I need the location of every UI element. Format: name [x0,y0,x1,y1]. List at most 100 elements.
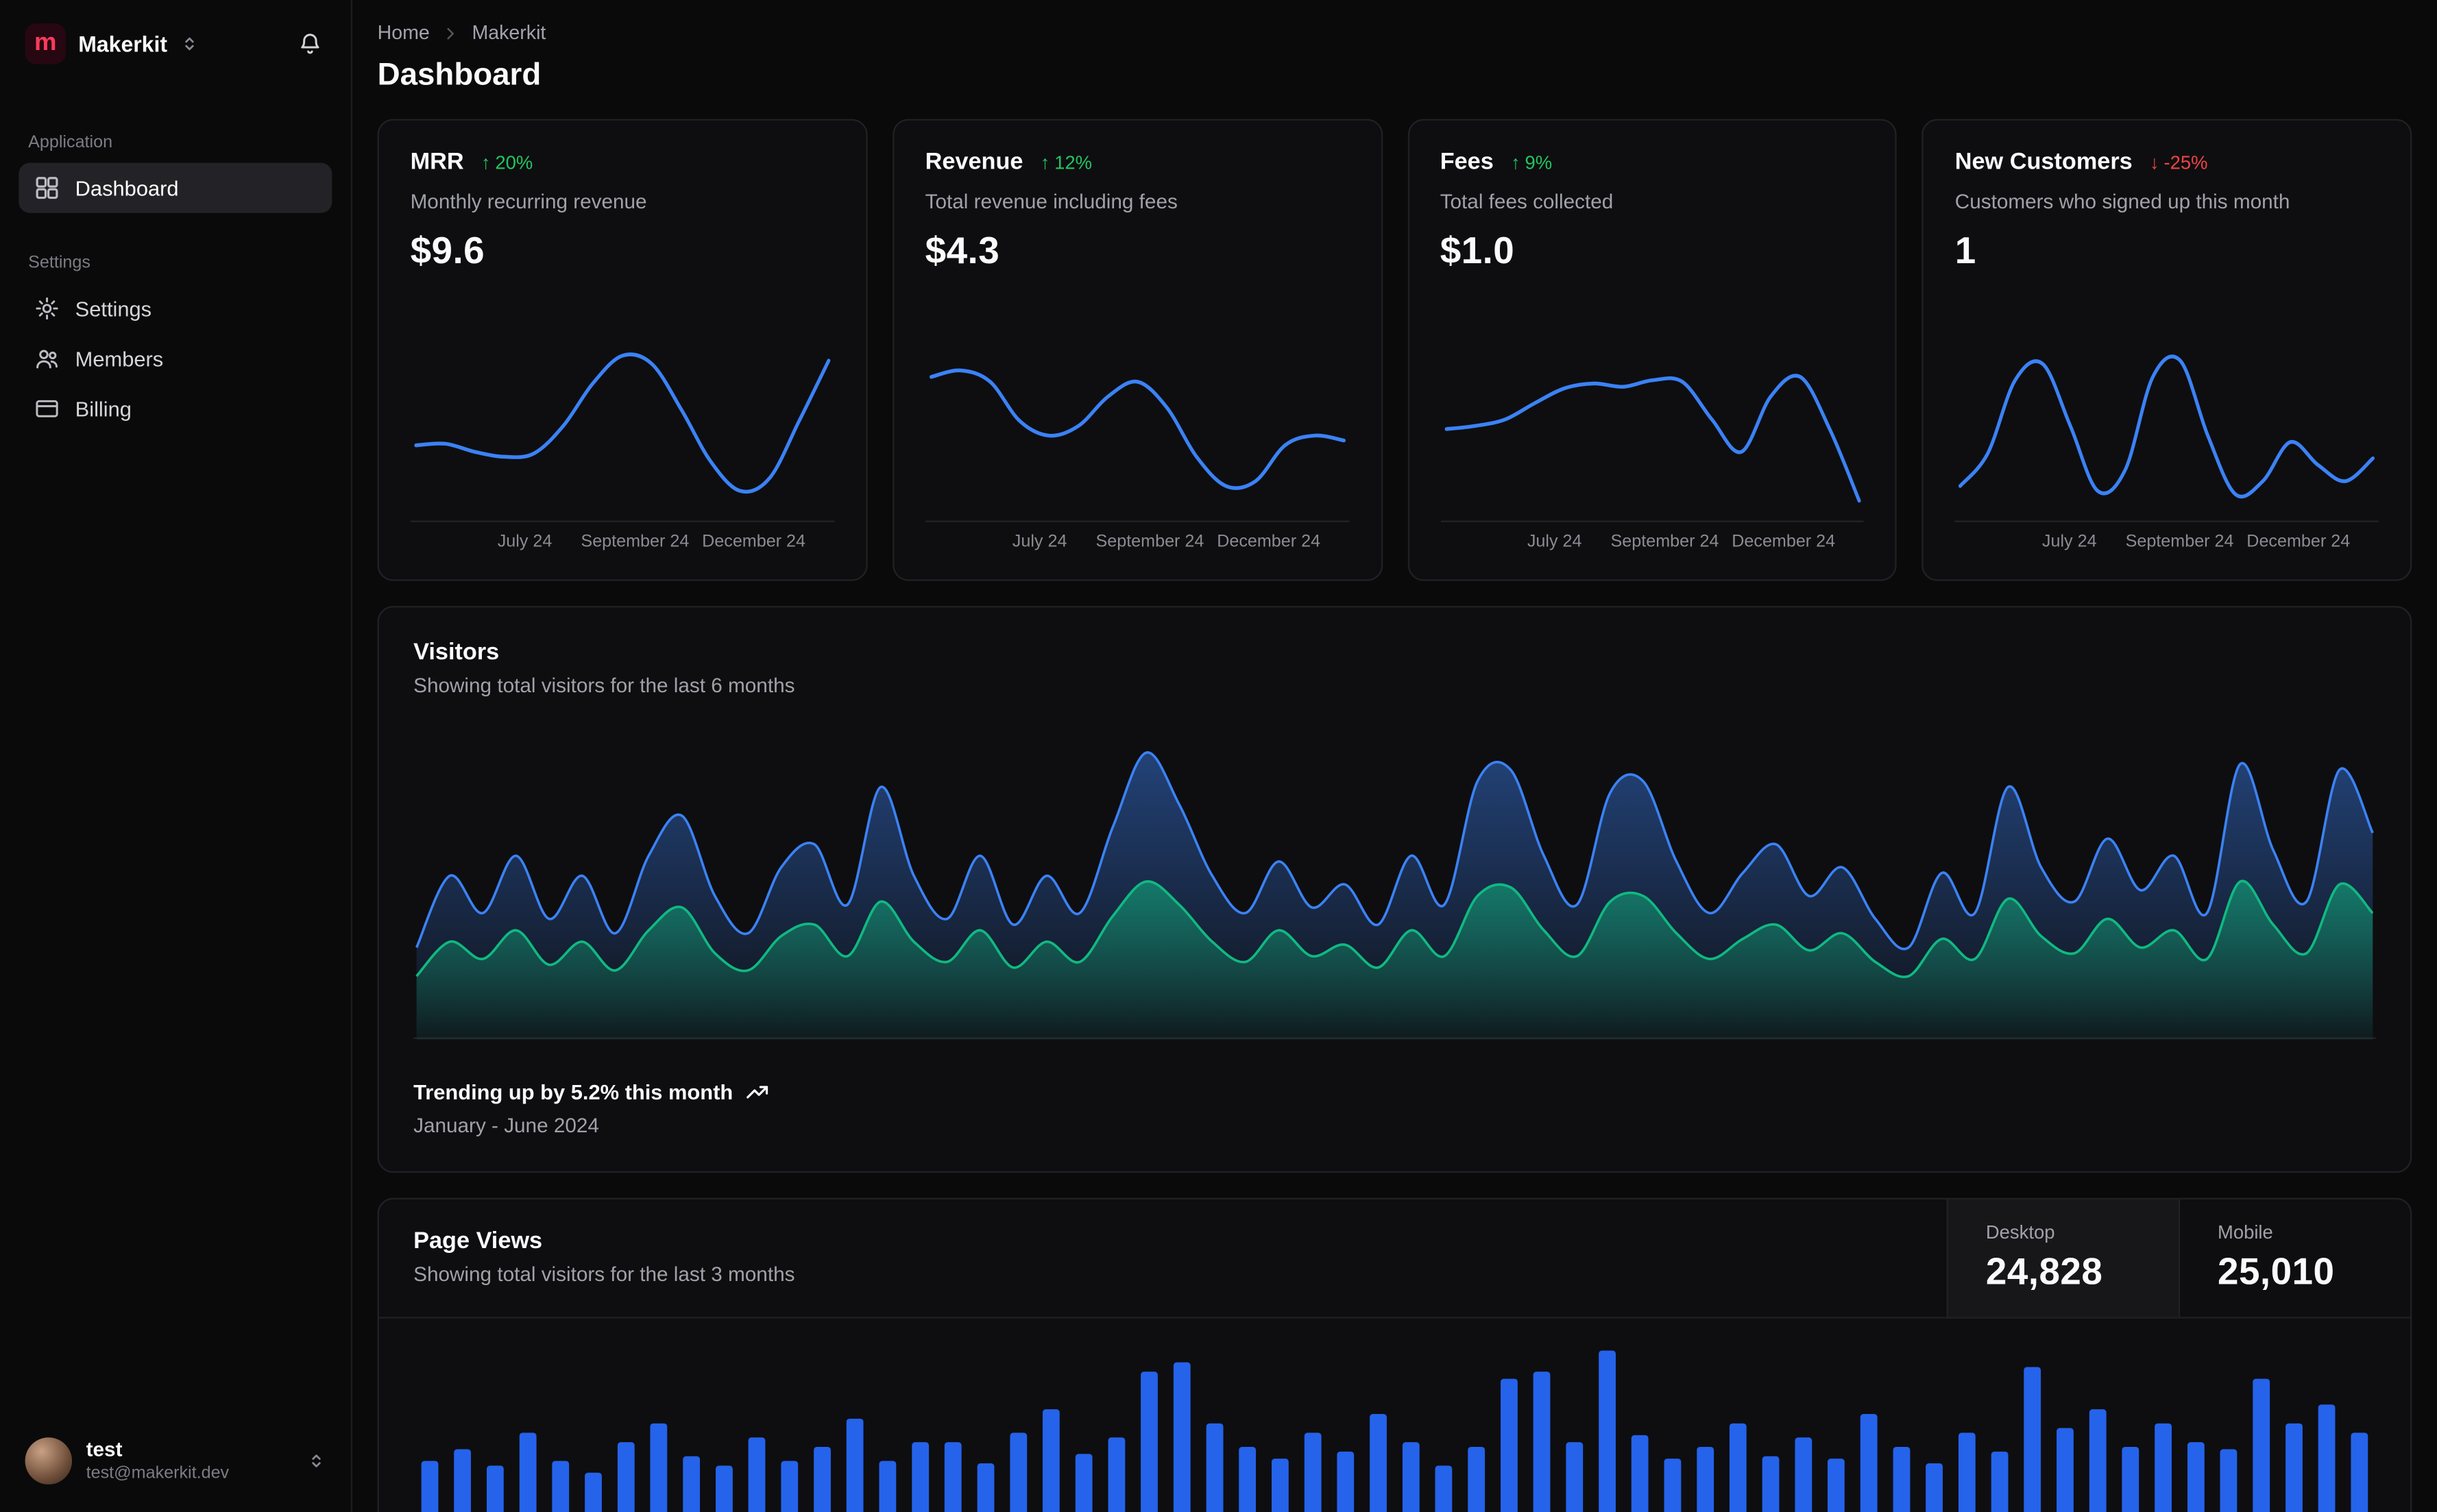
chevrons-up-down-icon [180,34,198,53]
sidebar-item-settings[interactable]: Settings [19,284,332,334]
stat-description: Customers who signed up this month [1954,189,2290,213]
stat-delta-value: 20% [495,151,533,173]
stat-description: Monthly recurring revenue [410,189,647,213]
stat-title: Fees [1440,149,1494,175]
stat-card-new-customers: New Customers ↓ -25% Customers who signed… [1921,119,2412,581]
trend-down-arrow-icon: ↓ [2149,151,2159,173]
x-tick: July 24 [2041,532,2097,552]
visitors-area-chart [413,751,2376,1040]
sidebar-header: m Makerkit [19,21,332,68]
stat-title: MRR [410,149,464,175]
sparkline-wrap: July 24 September 24 December 24 [410,338,835,558]
gear-icon [34,296,60,321]
visitors-trend-text: Trending up by 5.2% this month [413,1080,733,1104]
sidebar-item-label: Billing [75,397,132,421]
stat-value: 1 [1954,230,1976,273]
page-views-title: Page Views [413,1228,543,1254]
mobile-label: Mobile [2217,1221,2273,1243]
visitors-date-range: January - June 2024 [413,1113,599,1137]
visitors-title: Visitors [413,639,500,666]
stat-description: Total revenue including fees [925,189,1178,213]
sparkline-wrap: July 24 September 24 December 24 [1440,338,1865,557]
sidebar-item-label: Settings [75,296,152,321]
visitors-card: Visitors Showing total visitors for the … [377,606,2412,1173]
user-name: test [86,1437,123,1461]
revenue-sparkline-chart [925,368,1350,522]
x-axis-labels: July 24 September 24 December 24 [925,533,1350,558]
breadcrumb-current[interactable]: Makerkit [472,22,546,44]
sidebar-item-dashboard[interactable]: Dashboard [19,162,332,213]
x-axis-labels: July 24 September 24 December 24 [1955,533,2379,558]
nav-section-settings: Settings [28,254,90,273]
main-content: Home Makerkit Dashboard MRR ↑ 20% Monthly… [352,0,2437,1512]
desktop-value: 24,828 [1985,1251,2103,1294]
x-tick: September 24 [581,532,690,552]
stat-title: Revenue [925,149,1023,175]
new-customers-sparkline-chart [1954,354,2379,522]
toggle-mobile-stat[interactable]: Mobile 25,010 [2178,1199,2410,1317]
stat-value: $4.3 [925,230,1000,273]
sidebar: m Makerkit Application Dashboard Setting… [0,0,353,1512]
users-icon [34,346,60,371]
visitors-footer: Trending up by 5.2% this month January -… [413,1080,2376,1137]
x-tick: December 24 [1217,532,1321,552]
sparkline-wrap: July 24 September 24 December 24 [1954,338,2379,558]
stat-delta: ↑ 12% [1041,151,1092,173]
stat-delta-value: 9% [1525,151,1553,173]
sidebar-item-billing[interactable]: Billing [19,384,332,434]
notifications-bell-button[interactable] [291,25,329,63]
stat-delta: ↑ 9% [1511,151,1552,173]
nav-section-application: Application [28,133,113,152]
trend-up-arrow-icon: ↑ [1510,151,1520,173]
x-axis-labels: July 24 September 24 December 24 [411,533,835,558]
stat-card-revenue: Revenue ↑ 12% Total revenue including fee… [892,119,1383,581]
x-tick: December 24 [2246,532,2351,552]
bell-icon [298,32,323,57]
makerkit-logo: m [25,23,66,64]
dashboard-icon [34,175,60,201]
x-tick: September 24 [2125,532,2234,552]
chevron-right-icon [442,24,459,41]
stat-value: $9.6 [410,230,485,273]
desktop-label: Desktop [1985,1221,2055,1243]
sidebar-item-label: Dashboard [75,176,179,200]
x-tick: July 24 [1012,532,1067,552]
toggle-desktop-stat[interactable]: Desktop 24,828 [1946,1199,2179,1317]
page-views-card: Page Views Showing total visitors for th… [377,1197,2412,1512]
stat-description: Total fees collected [1440,189,1614,213]
team-selector[interactable]: m Makerkit [25,23,199,64]
sparkline-wrap: July 24 September 24 December 24 [925,338,1350,557]
user-email: test@makerkit.dev [86,1464,230,1483]
mrr-sparkline-chart [410,352,835,522]
mobile-value: 25,010 [2217,1251,2335,1294]
breadcrumb: Home Makerkit [378,22,2412,44]
stat-delta: ↑ 20% [481,151,533,173]
user-menu[interactable]: test test@makerkit.dev [19,1428,332,1494]
trend-up-arrow-icon: ↑ [481,151,491,173]
stat-card-fees: Fees ↑ 9% Total fees collected $1.0 July … [1407,119,1898,581]
trending-up-icon [746,1080,769,1103]
stat-delta: ↓ -25% [2150,151,2208,173]
breadcrumb-home[interactable]: Home [378,22,430,44]
x-tick: September 24 [1610,532,1719,552]
x-axis-labels: July 24 September 24 December 24 [1440,533,1865,558]
chevrons-up-down-icon [307,1452,326,1470]
trend-up-arrow-icon: ↑ [1040,151,1050,173]
x-tick: December 24 [702,532,806,552]
user-meta: test test@makerkit.dev [86,1437,230,1483]
app-root: m Makerkit Application Dashboard Setting… [0,0,2437,1512]
stat-delta-value: -25% [2163,151,2208,173]
stat-title: New Customers [1954,149,2133,175]
page-views-chart-area [379,1319,2410,1512]
page-views-bar-chart [421,1350,2368,1512]
sidebar-item-members[interactable]: Members [19,334,332,384]
stat-delta-value: 12% [1054,151,1093,173]
page-views-header: Page Views Showing total visitors for th… [378,1199,2410,1319]
fees-sparkline-chart [1440,374,1865,522]
x-tick: September 24 [1095,532,1204,552]
page-title: Dashboard [377,58,542,93]
stat-cards-row: MRR ↑ 20% Monthly recurring revenue $9.6 … [377,119,2412,581]
sidebar-item-label: Members [75,347,164,371]
stat-card-mrr: MRR ↑ 20% Monthly recurring revenue $9.6 … [377,119,868,581]
credit-card-icon [34,396,60,422]
